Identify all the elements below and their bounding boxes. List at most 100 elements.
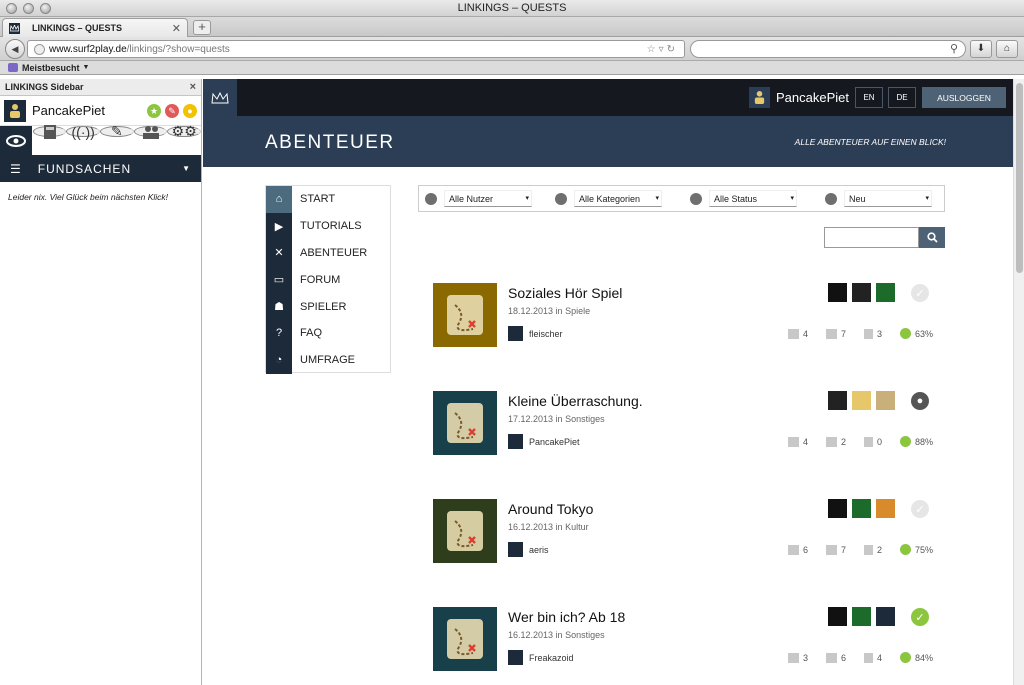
eye-icon[interactable] [0, 126, 33, 155]
avatar[interactable] [876, 391, 895, 410]
scrollbar-thumb[interactable] [1016, 83, 1023, 273]
nav-item-umfrage[interactable]: ◔ UMFRAGE [266, 346, 390, 374]
url-bar[interactable]: www.surf2play.de /linkings/?show=quests … [27, 40, 685, 58]
comment-icon [826, 652, 837, 663]
quest-category[interactable]: Sonstiges [565, 414, 605, 424]
quest-meta: 16.12.2013 in Kultur [508, 522, 589, 532]
avatar[interactable] [876, 283, 895, 302]
edit-badge-icon[interactable]: ✎ [165, 103, 179, 118]
search-button[interactable] [919, 227, 945, 248]
quest-date: 16.12.2013 [508, 630, 554, 640]
fundsachen-dropdown[interactable]: ☰ FUNDSACHEN ▼ [0, 155, 201, 182]
left-navigation: ⌂ START ▶ TUTORIALS ✕ ABENTEUER ▭ FORUM ☗ SPIELER… [265, 185, 391, 374]
avatar[interactable] [852, 283, 871, 302]
nav-item-faq[interactable]: ? FAQ [266, 319, 390, 347]
lang-de-button[interactable]: DE [888, 87, 916, 108]
filter-select[interactable]: Alle Nutzer ▾ [444, 190, 532, 207]
crown-logo-icon[interactable] [203, 79, 237, 116]
quest-item[interactable]: Around Tokyo 16.12.2013 in Kultur aeris ✓ 6 7… [433, 499, 943, 563]
gears-icon[interactable]: ⚙⚙ [167, 123, 202, 139]
quest-stats: 4 2 0 88% [788, 436, 933, 447]
navigation-toolbar: ◀ www.surf2play.de /linkings/?show=quest… [0, 37, 1024, 61]
nav-item-abenteuer[interactable]: ✕ ABENTEUER [266, 239, 390, 267]
star-icon[interactable]: ☆▿↻ [647, 44, 678, 55]
filter-select[interactable]: Neu ▾ [844, 190, 932, 207]
avatar[interactable] [828, 283, 847, 302]
nav-item-forum[interactable]: ▭ FORUM [266, 266, 390, 294]
back-button[interactable]: ◀ [5, 39, 25, 59]
quest-image[interactable] [433, 391, 497, 455]
stat-value: 7 [841, 328, 847, 339]
coin-badge-icon[interactable]: ● [183, 103, 197, 118]
quest-author[interactable]: PancakePiet [508, 434, 580, 449]
quest-title[interactable]: Soziales Hör Spiel [508, 285, 622, 301]
avatar[interactable] [852, 391, 871, 410]
close-sidebar-icon[interactable]: × [190, 81, 196, 93]
bookmark-meistbesucht[interactable]: Meistbesucht [22, 63, 80, 73]
quest-category[interactable]: Kultur [565, 522, 589, 532]
browser-search-input[interactable]: ⚲ [690, 40, 966, 58]
bookmark-icon [788, 436, 799, 447]
avatar[interactable] [876, 499, 895, 518]
quest-image[interactable] [433, 283, 497, 347]
stat-value: 6 [803, 544, 809, 555]
page-scrollbar[interactable] [1013, 79, 1024, 685]
quest-item[interactable]: Wer bin ich? Ab 18 16.12.2013 in Sonstige… [433, 607, 943, 671]
zoom-window-button[interactable] [40, 3, 51, 14]
avatar[interactable] [828, 499, 847, 518]
quest-search-input[interactable] [824, 227, 919, 248]
quest-category[interactable]: Spiele [565, 306, 590, 316]
avatar[interactable] [852, 499, 871, 518]
filter-select[interactable]: Alle Kategorien ▾ [574, 190, 662, 207]
map-edit-icon[interactable]: ✎ [100, 123, 134, 139]
avatar[interactable] [828, 607, 847, 626]
avatar[interactable] [4, 99, 26, 122]
quest-image[interactable] [433, 499, 497, 563]
home-button[interactable]: ⌂ [996, 40, 1018, 58]
quest-title[interactable]: Around Tokyo [508, 501, 593, 517]
downloads-button[interactable]: ⬇ [970, 40, 992, 58]
broadcast-icon[interactable]: ((·)) [66, 124, 101, 140]
chat-icon: ▭ [266, 266, 292, 294]
filter-select[interactable]: Alle Status ▾ [709, 190, 797, 207]
logout-button[interactable]: AUSLOGGEN [922, 87, 1006, 108]
quest-item[interactable]: Kleine Überraschung. 17.12.2013 in Sonsti… [433, 391, 943, 455]
quest-item[interactable]: Soziales Hör Spiel 18.12.2013 in Spiele fl… [433, 283, 943, 347]
star-badge-icon[interactable]: ★ [147, 103, 161, 118]
nav-item-spieler[interactable]: ☗ SPIELER [266, 293, 390, 320]
quest-title[interactable]: Kleine Überraschung. [508, 393, 643, 409]
quest-meta: 17.12.2013 in Sonstiges [508, 414, 605, 424]
stat-bookmarks: 4 [788, 436, 826, 447]
quest-category[interactable]: Sonstiges [565, 630, 605, 640]
avatar [508, 434, 523, 449]
quest-author[interactable]: Freakazoid [508, 650, 574, 665]
users-icon[interactable] [133, 125, 168, 139]
close-tab-icon[interactable]: ✕ [172, 22, 181, 35]
avatar [749, 87, 770, 108]
close-window-button[interactable] [6, 3, 17, 14]
avatar[interactable] [876, 607, 895, 626]
chevron-down-icon: ▾ [790, 195, 794, 202]
stat-rating: 63% [900, 328, 933, 339]
nav-item-start[interactable]: ⌂ START [266, 186, 390, 213]
minimize-window-button[interactable] [23, 3, 34, 14]
browser-tab[interactable]: LINKINGS – QUESTS ✕ [2, 18, 188, 37]
quest-author[interactable]: aeris [508, 542, 549, 557]
quest-author[interactable]: fleischer [508, 326, 563, 341]
lang-en-button[interactable]: EN [855, 87, 883, 108]
book-icon[interactable] [32, 124, 67, 139]
new-tab-button[interactable]: + [193, 20, 211, 35]
avatar[interactable] [852, 607, 871, 626]
nav-item-tutorials[interactable]: ▶ TUTORIALS [266, 212, 390, 240]
quest-author-name: Freakazoid [529, 652, 574, 663]
quest-image[interactable] [433, 607, 497, 671]
fundsachen-label: FUNDSACHEN [37, 161, 132, 176]
header-user[interactable]: PancakePiet [749, 87, 849, 108]
sidebar-username[interactable]: PancakePiet [32, 103, 105, 118]
avatar[interactable] [828, 391, 847, 410]
stat-comments: 6 [826, 652, 864, 663]
check-icon: ✓ [911, 608, 929, 626]
stat-value: 2 [877, 544, 883, 555]
smiley-icon [900, 436, 911, 447]
quest-title[interactable]: Wer bin ich? Ab 18 [508, 609, 625, 625]
